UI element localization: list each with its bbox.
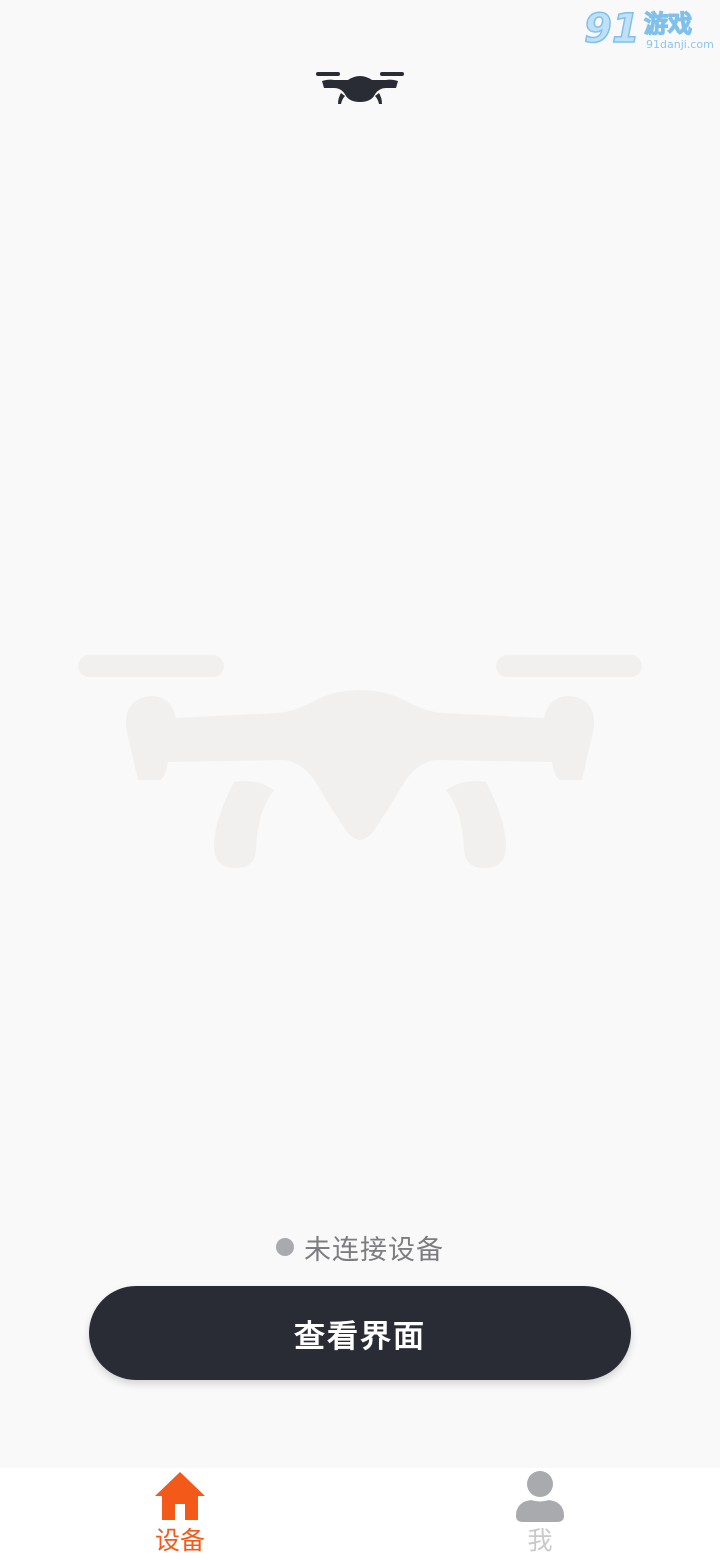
watermark-number: 91 — [584, 6, 640, 52]
watermark-logo-icon: 91 游戏 91danji.com — [583, 5, 714, 53]
drone-illustration — [76, 650, 644, 876]
user-icon — [513, 1470, 567, 1522]
view-interface-button[interactable]: 查看界面 — [89, 1286, 631, 1380]
header-drone-icon — [314, 66, 406, 110]
tab-me-label: 我 — [527, 1526, 553, 1555]
tab-me[interactable]: 我 — [470, 1468, 610, 1560]
tab-device-label: 设备 — [154, 1526, 205, 1555]
bottom-tab-bar: 设备 我 — [0, 1468, 720, 1560]
home-icon — [153, 1470, 207, 1522]
watermark-logo: 91 游戏 91danji.com — [582, 2, 714, 54]
status-dot-icon — [276, 1238, 294, 1256]
status-text: 未连接设备 — [304, 1234, 444, 1266]
tab-device[interactable]: 设备 — [110, 1468, 250, 1560]
watermark-url: 91danji.com — [646, 38, 714, 51]
watermark-text: 游戏 — [644, 10, 692, 38]
connection-status: 未连接设备 — [0, 1226, 720, 1268]
